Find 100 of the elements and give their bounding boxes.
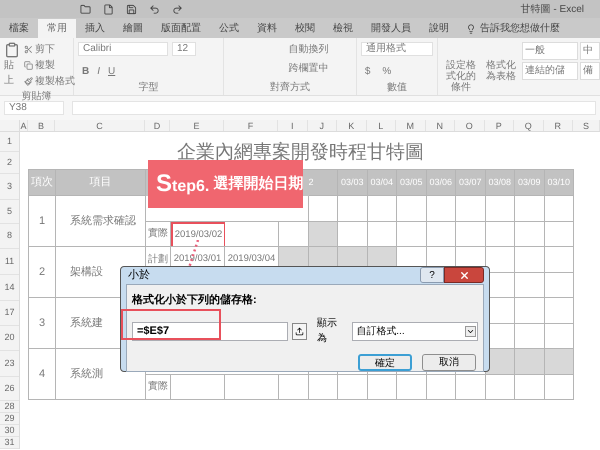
redo-icon[interactable] [172, 4, 183, 14]
window-title: 甘特圖 - Excel [520, 2, 584, 16]
table-cell: 3 [29, 298, 56, 349]
formula-field[interactable] [72, 101, 596, 115]
group-label: 數值 [386, 81, 408, 95]
table-cell: 2019/03/02 [171, 222, 225, 246]
ribbon-tab[interactable]: 檢視 [324, 19, 362, 38]
close-icon [458, 270, 470, 281]
format-table-button[interactable]: 格式化為表格 [484, 42, 518, 95]
number-format-field[interactable]: 通用格式 [360, 42, 433, 56]
paste-button[interactable]: 貼上 [4, 42, 20, 89]
ribbon-tab[interactable]: 說明 [420, 19, 458, 38]
table-cell: 實際 [146, 222, 171, 246]
step-caption: 選擇開始日期 [213, 174, 304, 194]
ribbon-tab[interactable]: 繪圖 [114, 19, 152, 38]
column-header[interactable]: M [396, 120, 426, 131]
column-header[interactable]: O [455, 120, 484, 131]
font-style-button[interactable]: B [82, 64, 90, 80]
dialog-button[interactable]: 確定 [358, 354, 412, 371]
row-header[interactable]: 30 [0, 425, 19, 437]
ribbon-tab[interactable]: 常用 [38, 19, 76, 38]
cell-style[interactable]: 一般 [522, 42, 578, 60]
column-header[interactable]: N [426, 120, 455, 131]
row-header[interactable]: 3 [0, 174, 19, 200]
brush-icon [24, 77, 33, 86]
cut-button[interactable]: 剪下 [24, 42, 75, 57]
table-cell: 1 [29, 196, 56, 247]
ribbon-tab[interactable]: 公式 [210, 19, 248, 38]
ribbon-tab[interactable]: 資料 [248, 19, 286, 38]
row-header[interactable]: 2 [0, 152, 19, 174]
name-box[interactable]: Y38 [4, 101, 64, 115]
table-cell: 實際 [146, 374, 171, 399]
format-dropdown[interactable]: 自訂格式... [352, 322, 478, 340]
row-header[interactable]: 28 [0, 401, 19, 413]
wrap-text-button[interactable]: 自動換列 [288, 42, 352, 57]
column-header[interactable]: D [145, 120, 170, 131]
cell-style[interactable]: 備 [580, 62, 600, 80]
collapse-button[interactable] [292, 322, 307, 340]
column-header[interactable]: Q [514, 120, 544, 131]
dialog-button[interactable]: 取消 [422, 354, 476, 371]
font-size-field[interactable]: 12 [172, 42, 196, 56]
format-painter-button[interactable]: 複製格式 [24, 74, 75, 89]
scissors-icon [24, 45, 33, 54]
lightbulb-icon [466, 24, 476, 34]
row-header[interactable]: 17 [0, 301, 19, 326]
group-label: 剪貼簿 [20, 90, 52, 103]
save-icon[interactable] [126, 4, 137, 14]
group-label: 字型 [138, 80, 160, 95]
column-header[interactable]: P [484, 120, 514, 131]
undo-icon[interactable] [149, 4, 160, 14]
ribbon-tab[interactable]: 版面配置 [152, 19, 210, 38]
font-style-button[interactable]: U [108, 64, 116, 80]
merge-center-button[interactable]: 跨欄置中 [288, 61, 352, 76]
copy-button[interactable]: 複製 [24, 58, 75, 73]
clipboard-icon [4, 42, 20, 58]
reference-field[interactable]: =$E$7 [132, 322, 288, 340]
row-header[interactable]: 8 [0, 224, 19, 249]
tell-me-box[interactable]: 告訴我您想做什麼 [458, 19, 568, 38]
number-format-button[interactable]: $ [364, 64, 370, 80]
row-header[interactable]: 26 [0, 377, 19, 401]
row-header[interactable]: 20 [0, 326, 19, 351]
column-heading: 項次 [29, 170, 56, 196]
table-cell: 4 [29, 349, 56, 400]
row-header[interactable]: 29 [0, 413, 19, 425]
column-header[interactable]: S [573, 120, 600, 131]
row-header[interactable]: 11 [0, 249, 19, 275]
upload-icon [295, 326, 304, 336]
file-icon[interactable] [103, 4, 114, 14]
column-header[interactable]: K [337, 120, 366, 131]
font-name-field[interactable]: Calibri [78, 42, 168, 56]
row-header[interactable]: 5 [0, 200, 19, 224]
step-label: Step6. [156, 169, 210, 199]
column-header[interactable]: A [20, 120, 28, 131]
row-header[interactable]: 1 [0, 132, 19, 152]
font-style-button[interactable]: I [97, 64, 100, 80]
ribbon-tab[interactable]: 插入 [76, 19, 114, 38]
cell-style[interactable]: 連結的儲 [522, 62, 578, 80]
column-header[interactable]: R [544, 120, 573, 131]
cell-style[interactable]: 中 [580, 42, 600, 60]
column-header[interactable]: E [170, 120, 224, 131]
close-button[interactable] [444, 267, 484, 284]
ribbon-tab[interactable]: 檔案 [0, 19, 38, 38]
number-format-button[interactable]: % [382, 64, 392, 80]
row-header[interactable]: 31 [0, 437, 19, 449]
column-header[interactable]: F [224, 120, 278, 131]
column-header[interactable]: L [366, 120, 396, 131]
folder-icon[interactable] [80, 4, 91, 14]
sheet-title: 企業內網專案開發時程甘特圖 [177, 140, 424, 164]
help-button[interactable]: ? [420, 267, 444, 284]
column-header[interactable]: B [28, 120, 55, 131]
conditional-format-button[interactable]: 設定格式化的條件 [442, 42, 480, 95]
row-header[interactable]: 14 [0, 275, 19, 301]
column-header[interactable]: J [308, 120, 337, 131]
dropdown-caret-icon [465, 326, 476, 336]
column-header[interactable]: I [278, 120, 308, 131]
column-header[interactable]: C [55, 120, 145, 131]
row-header[interactable]: 23 [0, 351, 19, 377]
ribbon-tab[interactable]: 開發人員 [362, 19, 420, 38]
copy-icon [24, 61, 33, 70]
ribbon-tab[interactable]: 校閱 [286, 19, 324, 38]
